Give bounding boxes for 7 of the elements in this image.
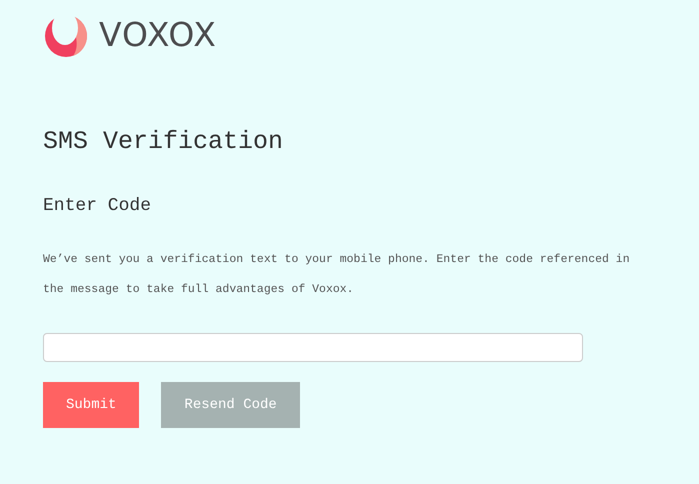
code-input-field[interactable] [43, 333, 583, 362]
logo-text: VOXOX [99, 14, 217, 56]
page-title: SMS Verification [43, 126, 284, 158]
instruction-text: We’ve sent you a verification text to your mobile phone. Enter the code referenced in the message to take full advantages of Voxox. [43, 252, 631, 298]
submit-button[interactable]: Submit [43, 382, 140, 428]
section-heading: Enter Code [43, 195, 152, 218]
resend-button[interactable]: Resend Code [161, 382, 300, 428]
